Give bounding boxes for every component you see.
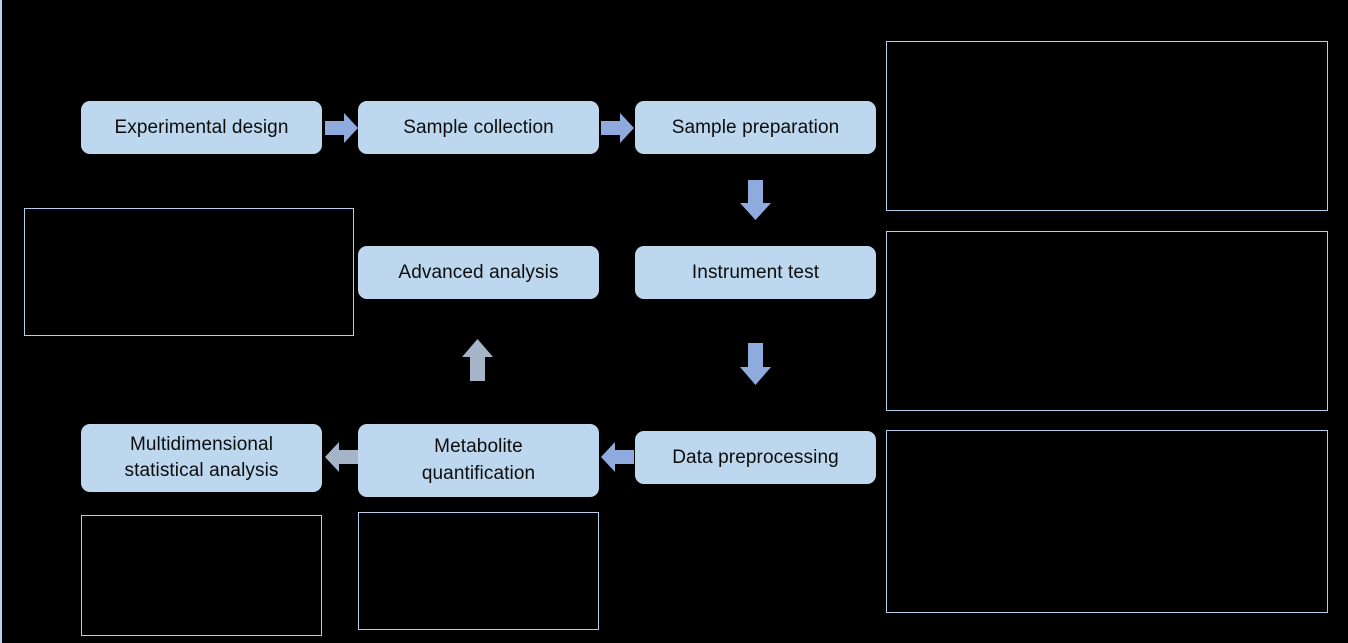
node-advanced-analysis[interactable]: Advanced analysis bbox=[358, 246, 599, 299]
node-experimental-design-label: Experimental design bbox=[114, 116, 289, 138]
placeholder-middle-left bbox=[24, 208, 354, 336]
arrow-statistical-to-advanced-icon bbox=[461, 339, 494, 381]
placeholder-middle-right bbox=[886, 231, 1328, 411]
arrow-preparation-to-instrument-icon bbox=[739, 180, 772, 220]
node-multidimensional-statistical-analysis-line-1: Multidimensional bbox=[129, 433, 274, 455]
node-instrument-test[interactable]: Instrument test bbox=[635, 246, 876, 299]
node-advanced-analysis-label: Advanced analysis bbox=[398, 261, 559, 283]
node-sample-preparation[interactable]: Sample preparation bbox=[635, 101, 876, 154]
frame-left-edge bbox=[0, 0, 2, 643]
node-metabolite-quantification-line-2: quantification bbox=[421, 462, 536, 484]
node-multidimensional-statistical-analysis-line-2: statistical analysis bbox=[124, 460, 279, 481]
node-metabolite-quantification-line-1: Metabolite bbox=[434, 436, 523, 458]
node-instrument-test-label: Instrument test bbox=[691, 261, 820, 283]
node-multidimensional-statistical-analysis[interactable]: Multidimensional statistical analysis bbox=[81, 424, 322, 492]
placeholder-bottom-right bbox=[886, 430, 1328, 613]
node-sample-collection-label: Sample collection bbox=[403, 116, 554, 138]
node-sample-collection[interactable]: Sample collection bbox=[358, 101, 599, 154]
placeholder-top-right bbox=[886, 41, 1328, 211]
placeholder-bottom-left bbox=[81, 515, 322, 636]
node-sample-preparation-label: Sample preparation bbox=[671, 116, 840, 138]
placeholder-bottom-center bbox=[358, 512, 599, 630]
node-data-preprocessing[interactable]: Data preprocessing bbox=[635, 431, 876, 484]
arrow-instrument-to-preprocessing-icon bbox=[739, 343, 772, 385]
node-metabolite-quantification-label: Metabolite quantification bbox=[422, 434, 535, 486]
arrow-preprocessing-to-quantification-icon bbox=[601, 441, 634, 473]
arrow-quantification-to-statistical-icon bbox=[325, 441, 358, 473]
node-experimental-design[interactable]: Experimental design bbox=[81, 101, 322, 154]
arrow-design-to-collection-icon bbox=[325, 112, 358, 144]
node-metabolite-quantification[interactable]: Metabolite quantification bbox=[358, 424, 599, 497]
diagram-canvas: Experimental design Sample collection Sa… bbox=[0, 0, 1348, 643]
node-data-preprocessing-label: Data preprocessing bbox=[672, 446, 839, 468]
node-multidimensional-statistical-analysis-label: Multidimensional statistical analysis bbox=[124, 432, 278, 484]
arrow-collection-to-preparation-icon bbox=[601, 112, 634, 144]
